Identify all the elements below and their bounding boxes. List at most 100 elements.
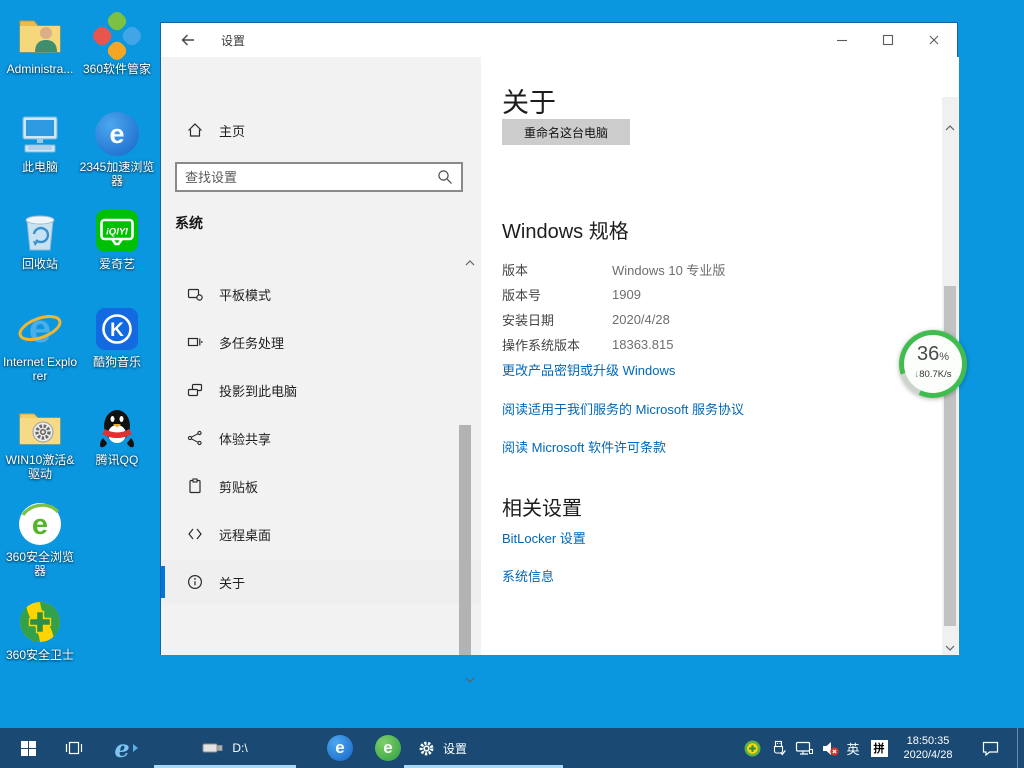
- taskbar-2345-browser-button[interactable]: e: [320, 728, 360, 768]
- desktop-icon-this-pc[interactable]: 此电脑: [1, 110, 79, 174]
- desktop-icon-360-safe-guard[interactable]: 360安全卫士: [1, 598, 79, 662]
- administrator-folder-icon: [16, 12, 64, 60]
- back-button[interactable]: [171, 23, 205, 57]
- desktop-icon-tencent-qq[interactable]: 腾讯QQ: [78, 403, 156, 467]
- content-scroll-down-icon[interactable]: [944, 643, 956, 653]
- nav-scroll-down-icon[interactable]: [464, 675, 476, 685]
- nav-item-tablet-mode[interactable]: 平板模式: [161, 272, 481, 316]
- tray-usb-icon[interactable]: [767, 728, 789, 768]
- nav-item-shared-experiences[interactable]: 体验共享: [161, 416, 481, 460]
- desktop-icon-iqiyi[interactable]: iQIYI 爱奇艺: [78, 207, 156, 271]
- change-product-key-link[interactable]: 更改产品密钥或升级 Windows: [502, 360, 675, 379]
- home-icon: [187, 122, 203, 138]
- settings-nav: 主页 系统 平板模式 多任务处理 投影到此电脑 体验共享 剪贴板: [161, 57, 481, 655]
- shared-experiences-icon: [187, 430, 203, 446]
- recycle-bin-icon: [16, 207, 64, 255]
- desktop-icon-360-secure-browser[interactable]: e 360安全浏览器: [1, 500, 79, 578]
- 360-speed-float-badge[interactable]: 36% ↓80.7K/s: [899, 330, 967, 398]
- about-page: 关于 重命名这台电脑 Windows 规格 版本 Windows 10 专业版 …: [481, 57, 959, 655]
- desktop-icon-internet-explorer[interactable]: e Internet Explorer: [1, 305, 79, 383]
- tray-360-safe-icon[interactable]: [741, 728, 763, 768]
- desktop-icon-label: 腾讯QQ: [78, 453, 156, 467]
- explorer-button-label: D:\: [232, 741, 247, 755]
- taskbar-explorer-d-drive-button[interactable]: D:\: [152, 728, 298, 768]
- desktop-icon-label: WIN10激活&驱动: [1, 453, 79, 481]
- desktop-icon-label: Internet Explorer: [1, 355, 79, 383]
- maximize-button[interactable]: [865, 23, 911, 57]
- taskbar-settings-button[interactable]: 设置: [402, 728, 565, 768]
- nav-scroll-up-icon[interactable]: [464, 258, 476, 268]
- tablet-mode-icon: [187, 286, 203, 302]
- task-view-icon: [65, 739, 83, 757]
- tencent-qq-icon: [93, 403, 141, 451]
- desktop-icon-administrator[interactable]: Administra...: [1, 12, 79, 76]
- internet-explorer-icon: e: [16, 305, 64, 353]
- search-input[interactable]: [177, 170, 437, 185]
- action-center-icon: [981, 740, 1000, 757]
- tray-clock[interactable]: 18:50:35 2020/4/28: [891, 728, 965, 768]
- license-terms-link[interactable]: 阅读 Microsoft 软件许可条款: [502, 437, 666, 456]
- svg-text:e: e: [29, 307, 51, 351]
- desktop-icon-label: Administra...: [1, 62, 79, 76]
- minimize-button[interactable]: [819, 23, 865, 57]
- windows-spec-heading: Windows 规格: [502, 215, 629, 244]
- close-button[interactable]: [911, 23, 957, 57]
- services-agreement-link[interactable]: 阅读适用于我们服务的 Microsoft 服务协议: [502, 399, 744, 418]
- desktop-icon-win10-activate-driver[interactable]: WIN10激活&驱动: [1, 403, 79, 481]
- rename-pc-button[interactable]: 重命名这台电脑: [502, 119, 630, 145]
- desktop-icon-2345-browser[interactable]: e 2345加速浏览器: [78, 110, 156, 188]
- badge-percent: 36%: [904, 344, 962, 367]
- desktop-icon-recycle-bin[interactable]: 回收站: [1, 207, 79, 271]
- clock-time: 18:50:35: [904, 734, 953, 748]
- system-info-link[interactable]: 系统信息: [502, 566, 554, 585]
- win10-activate-driver-icon: [16, 403, 64, 451]
- tray-network-icon[interactable]: [792, 728, 816, 768]
- desktop-icon-label: 360安全卫士: [1, 648, 79, 662]
- nav-item-remote-desktop[interactable]: 远程桌面: [161, 512, 481, 556]
- spec-row-edition: 版本 Windows 10 专业版: [502, 257, 725, 282]
- search-icon[interactable]: [437, 169, 453, 185]
- task-view-button[interactable]: [54, 728, 94, 768]
- 2345-browser-icon: e: [93, 110, 141, 158]
- nav-item-projecting[interactable]: 投影到此电脑: [161, 368, 481, 412]
- nav-scrollbar-thumb[interactable]: [459, 425, 471, 655]
- close-icon: [926, 32, 942, 48]
- content-scroll-up-icon[interactable]: [944, 123, 956, 133]
- nav-item-multitasking[interactable]: 多任务处理: [161, 320, 481, 364]
- projecting-icon: [187, 382, 203, 398]
- taskbar-ie-button[interactable]: e: [104, 728, 148, 768]
- start-button[interactable]: [8, 728, 48, 768]
- svg-text:iQIYI: iQIYI: [106, 227, 128, 238]
- tray-ime-indicator[interactable]: 拼: [867, 728, 891, 768]
- titlebar: 设置: [161, 23, 957, 57]
- clock-date: 2020/4/28: [904, 748, 953, 762]
- show-desktop-button[interactable]: [1017, 728, 1024, 768]
- selected-accent-bar: [161, 566, 165, 598]
- 360-browser-icon: e: [375, 735, 401, 761]
- spec-row-version: 版本号 1909: [502, 282, 641, 307]
- minimize-icon: [834, 32, 850, 48]
- internet-explorer-icon: e: [114, 734, 129, 763]
- settings-button-label: 设置: [443, 740, 467, 757]
- settings-search: [175, 162, 463, 192]
- nav-item-home[interactable]: 主页: [161, 108, 481, 152]
- page-title: 关于: [502, 81, 556, 120]
- nav-home-label: 主页: [219, 121, 245, 140]
- nav-item-about[interactable]: 关于: [161, 560, 481, 604]
- desktop-icon-360-software-manager[interactable]: 360软件管家: [78, 12, 156, 76]
- desktop-icon-label: 360安全浏览器: [1, 550, 79, 578]
- tray-language-indicator[interactable]: 英: [843, 728, 863, 768]
- bitlocker-settings-link[interactable]: BitLocker 设置: [502, 528, 586, 547]
- jumplist-arrow-icon: [133, 744, 138, 752]
- tray-volume-muted-icon[interactable]: [817, 728, 843, 768]
- back-arrow-icon: [179, 31, 197, 49]
- action-center-button[interactable]: [970, 728, 1010, 768]
- desktop-icon-label: 爱奇艺: [78, 257, 156, 271]
- multitasking-icon: [187, 334, 203, 350]
- clipboard-icon: [187, 478, 203, 494]
- desktop-icon-kugou-music[interactable]: K 酷狗音乐: [78, 305, 156, 369]
- desktop-icon-label: 360软件管家: [78, 62, 156, 76]
- windows-logo-icon: [21, 741, 36, 756]
- about-info-icon: [187, 574, 203, 590]
- nav-item-clipboard[interactable]: 剪贴板: [161, 464, 481, 508]
